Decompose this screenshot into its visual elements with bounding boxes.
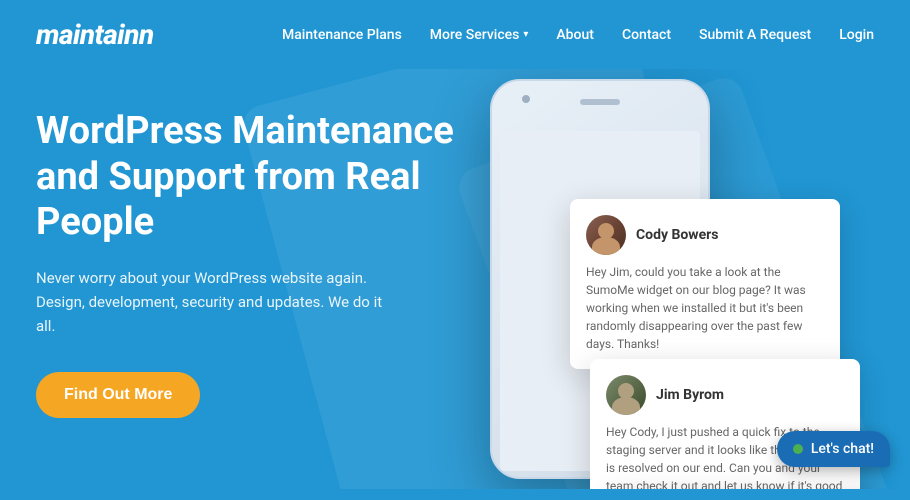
avatar-jim xyxy=(606,375,646,415)
chevron-down-icon: ▾ xyxy=(523,29,528,40)
nav-contact[interactable]: Contact xyxy=(622,27,671,43)
site-logo[interactable]: maintainn xyxy=(36,18,154,51)
card-header-jim: Jim Byrom xyxy=(606,375,844,415)
main-nav: Maintenance Plans More Services ▾ About … xyxy=(282,27,874,43)
nav-more-services[interactable]: More Services ▾ xyxy=(430,27,529,43)
online-indicator-icon xyxy=(793,444,803,454)
hero-text-block: WordPress Maintenance and Support from R… xyxy=(36,99,456,418)
live-chat-bubble[interactable]: Let's chat! xyxy=(777,431,890,467)
nav-maintenance-plans[interactable]: Maintenance Plans xyxy=(282,27,402,43)
nav-login[interactable]: Login xyxy=(839,27,874,43)
card-message-cody: Hey Jim, could you take a look at the Su… xyxy=(586,263,824,353)
cta-button[interactable]: Find Out More xyxy=(36,372,200,418)
site-header: maintainn Maintenance Plans More Service… xyxy=(0,0,910,69)
nav-about[interactable]: About xyxy=(556,27,594,43)
logo-text: maintainn xyxy=(36,18,154,51)
chat-card-2: Jim Byrom Hey Cody, I just pushed a quic… xyxy=(590,359,860,489)
chat-card-1: Cody Bowers Hey Jim, could you take a lo… xyxy=(570,199,840,369)
hero-title: WordPress Maintenance and Support from R… xyxy=(36,109,456,246)
avatar-cody xyxy=(586,215,626,255)
nav-submit-request[interactable]: Submit A Request xyxy=(699,27,811,43)
live-chat-label: Let's chat! xyxy=(811,441,874,457)
phone-speaker xyxy=(580,99,620,105)
phone-camera-icon xyxy=(522,95,530,103)
card-name-cody: Cody Bowers xyxy=(636,227,718,243)
card-header-cody: Cody Bowers xyxy=(586,215,824,255)
hero-subtitle: Never worry about your WordPress website… xyxy=(36,266,396,338)
phone-mockup-area: Cody Bowers Hey Jim, could you take a lo… xyxy=(410,69,910,489)
hero-section: WordPress Maintenance and Support from R… xyxy=(0,69,910,489)
card-name-jim: Jim Byrom xyxy=(656,387,724,403)
